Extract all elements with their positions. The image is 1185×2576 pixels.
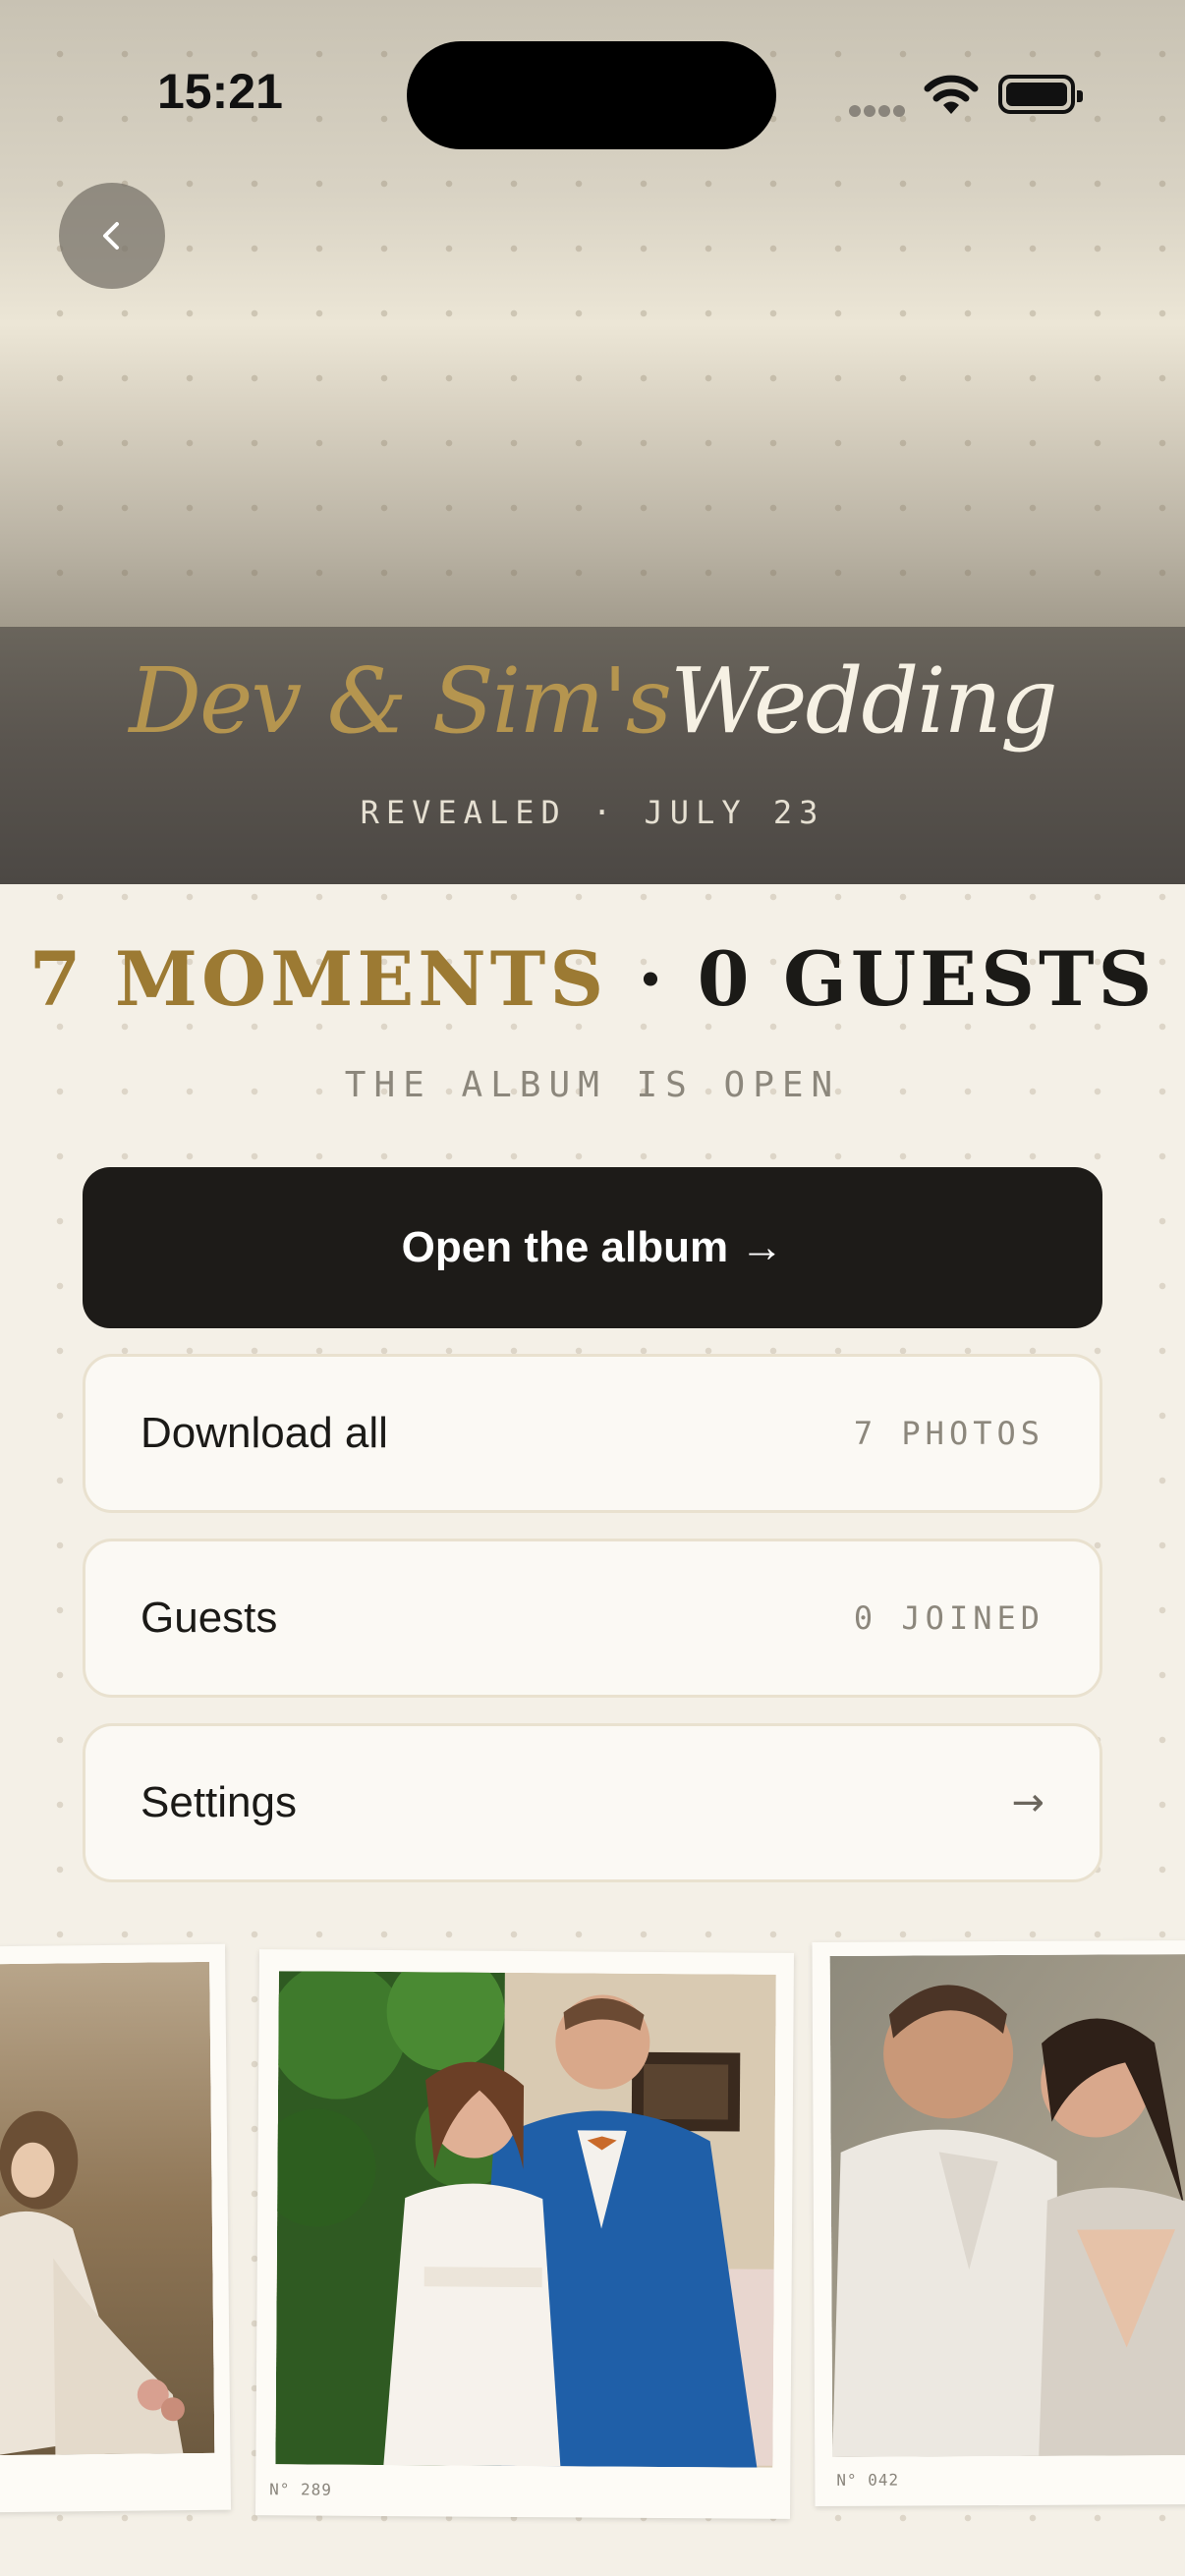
photo-number: N° 289: [269, 2480, 333, 2499]
status-time: 15:21: [157, 64, 283, 119]
wedding-photo: [275, 1971, 776, 2468]
signal-icon: [849, 102, 908, 121]
reveal-date: REVEALED · JULY 23: [360, 794, 825, 831]
download-all-row[interactable]: Download all 7 PHOTOS: [83, 1354, 1102, 1513]
album-stats: 7 MOMENTS · 0 GUESTS: [0, 935, 1185, 1023]
album-cover: 15:21 Dev & Sim'sWedding REVEALED · JULY…: [0, 0, 1185, 884]
download-all-label: Download all: [141, 1409, 388, 1457]
back-button[interactable]: [59, 183, 165, 289]
dynamic-island: [407, 41, 776, 149]
open-album-button[interactable]: Open the album →: [83, 1167, 1102, 1328]
wedding-photo: [829, 1953, 1185, 2457]
album-status: THE ALBUM IS OPEN: [344, 1065, 841, 1105]
battery-icon: [998, 75, 1083, 114]
guests-count: 0 GUESTS: [697, 935, 1157, 1023]
guests-label: Guests: [141, 1594, 278, 1642]
photo-number: N° 042: [836, 2470, 900, 2490]
photo-card[interactable]: N° 289: [254, 1949, 795, 2519]
settings-label: Settings: [141, 1778, 297, 1826]
photo-count: 7 PHOTOS: [853, 1415, 1044, 1452]
album-title-event: Wedding: [669, 648, 1058, 754]
wifi-icon: [924, 75, 979, 114]
album-title-names: Dev & Sim's: [129, 648, 672, 754]
photo-card[interactable]: N° 042: [812, 1939, 1185, 2507]
guests-joined-count: 0 JOINED: [853, 1599, 1044, 1637]
guests-row[interactable]: Guests 0 JOINED: [83, 1539, 1102, 1698]
photo-card[interactable]: [0, 1943, 232, 2513]
stats-separator: ·: [637, 935, 668, 1023]
wedding-photo: [0, 1961, 215, 2456]
arrow-right-icon: →: [1011, 1780, 1044, 1825]
album-title: Dev & Sim'sWedding: [0, 648, 1185, 754]
chevron-left-icon: [103, 222, 119, 250]
settings-row[interactable]: Settings →: [83, 1723, 1102, 1882]
moments-count: 7 MOMENTS: [28, 935, 608, 1023]
